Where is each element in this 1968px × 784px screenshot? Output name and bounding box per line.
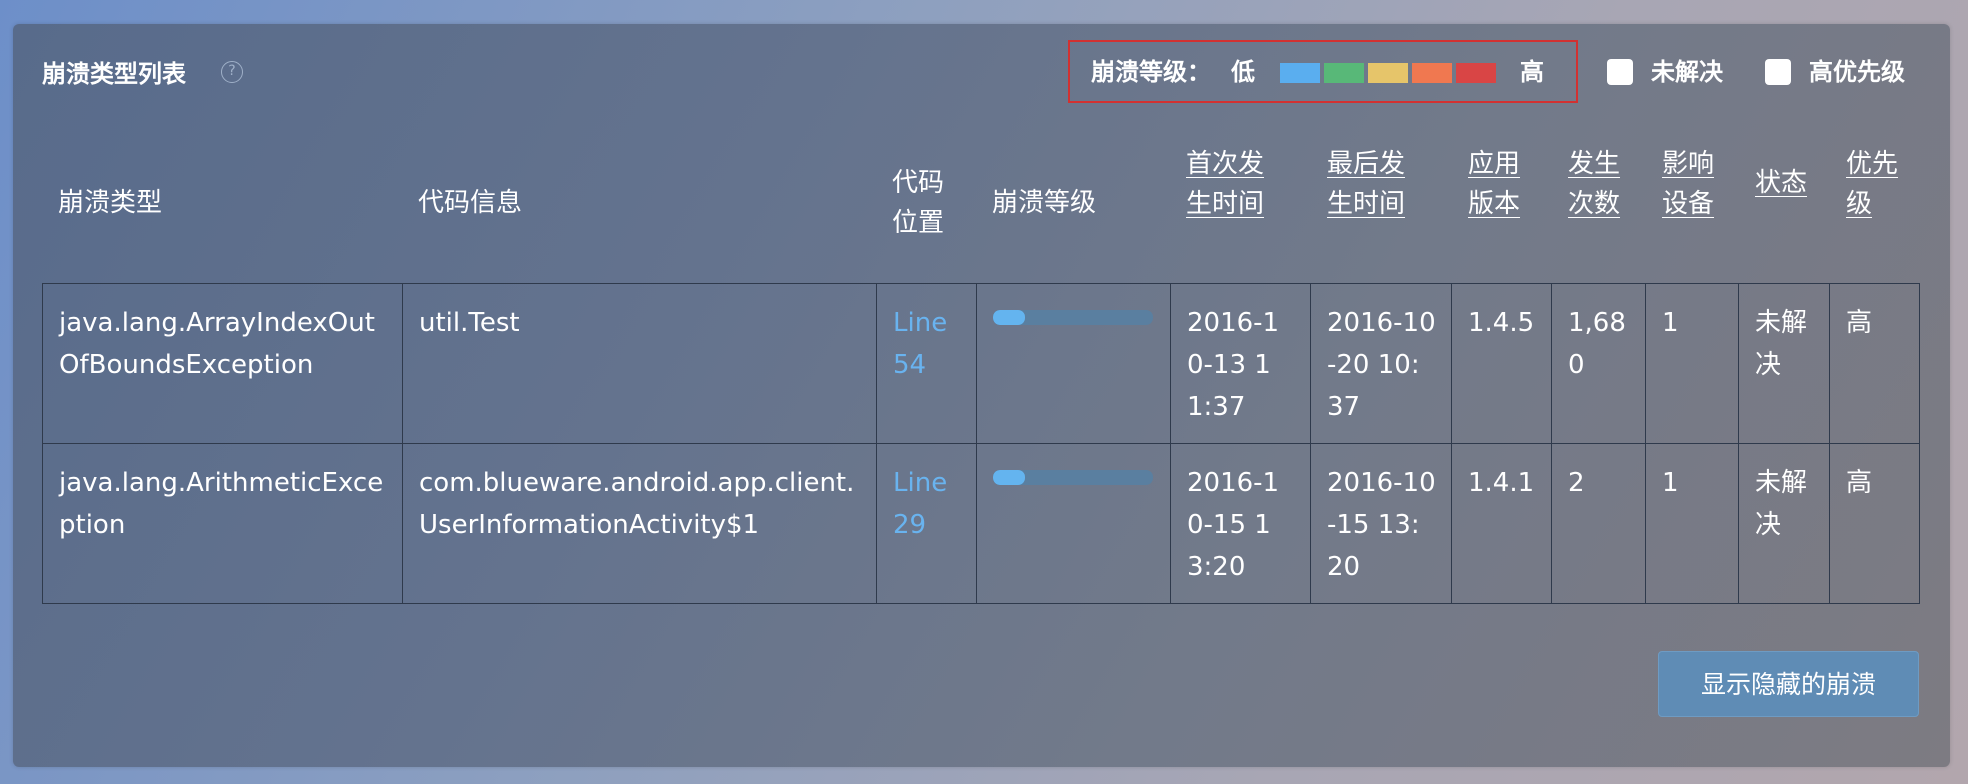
devices-cell: 1 bbox=[1645, 283, 1739, 444]
code-location-cell: Line 29 bbox=[876, 443, 977, 604]
col-crash-type: 崩溃类型 bbox=[58, 188, 163, 218]
crash-table: java.lang.ArrayIndexOutOfBoundsException… bbox=[42, 283, 1920, 604]
count-cell: 1,680 bbox=[1551, 283, 1646, 444]
filter-high-priority[interactable]: 高优先级 bbox=[1765, 57, 1905, 87]
crash-level-fill bbox=[993, 470, 1025, 485]
col-first-time[interactable]: 首次发生时间 bbox=[1186, 144, 1274, 224]
crash-list-panel: 崩溃类型列表 ? 崩溃等级： 低 高 未解决 高优先级 崩溃类型 代码信息 代码… bbox=[13, 24, 1950, 767]
status-cell: 未解决 bbox=[1738, 443, 1830, 604]
legend-swatch-2 bbox=[1324, 63, 1364, 83]
unresolved-label: 未解决 bbox=[1651, 58, 1723, 86]
col-last-time[interactable]: 最后发生时间 bbox=[1327, 144, 1415, 224]
status-cell: 未解决 bbox=[1738, 283, 1830, 444]
unresolved-checkbox[interactable] bbox=[1607, 59, 1633, 85]
legend-low-label: 低 bbox=[1231, 58, 1255, 86]
col-status[interactable]: 状态 bbox=[1755, 163, 1815, 203]
col-code-info: 代码信息 bbox=[418, 188, 523, 218]
last-time-cell: 2016-10-15 13:20 bbox=[1310, 443, 1452, 604]
first-time-cell: 2016-10-13 11:37 bbox=[1170, 283, 1311, 444]
code-location-link[interactable]: Line 29 bbox=[893, 468, 947, 540]
code-location-link[interactable]: Line 54 bbox=[893, 308, 947, 380]
legend-swatch-4 bbox=[1412, 63, 1452, 83]
last-time-cell: 2016-10-20 10:37 bbox=[1310, 283, 1452, 444]
crash-level-bar bbox=[993, 470, 1153, 485]
crash-level-cell bbox=[976, 283, 1171, 444]
app-version-cell: 1.4.1 bbox=[1451, 443, 1552, 604]
col-code-location: 代码位置 bbox=[892, 168, 945, 238]
code-info-cell: com.blueware.android.app.client.UserInfo… bbox=[402, 443, 877, 604]
code-info-cell: util.Test bbox=[402, 283, 877, 444]
legend-swatch-3 bbox=[1368, 63, 1408, 83]
crash-level-fill bbox=[993, 310, 1025, 325]
app-version-cell: 1.4.5 bbox=[1451, 283, 1552, 444]
show-hidden-crashes-button[interactable]: 显示隐藏的崩溃 bbox=[1658, 651, 1919, 717]
priority-cell: 高 bbox=[1829, 283, 1920, 444]
count-cell: 2 bbox=[1551, 443, 1646, 604]
high-priority-label: 高优先级 bbox=[1809, 58, 1905, 86]
crash-level-cell bbox=[976, 443, 1171, 604]
legend-swatch-1 bbox=[1280, 63, 1320, 83]
col-count[interactable]: 发生次数 bbox=[1568, 144, 1628, 224]
col-crash-level: 崩溃等级 bbox=[992, 188, 1097, 218]
high-priority-checkbox[interactable] bbox=[1765, 59, 1791, 85]
table-row[interactable]: java.lang.ArrayIndexOutOfBoundsException… bbox=[42, 283, 1920, 444]
legend-swatch-5 bbox=[1456, 63, 1496, 83]
legend-label: 崩溃等级： bbox=[1091, 58, 1211, 86]
priority-cell: 高 bbox=[1829, 443, 1920, 604]
crash-type-cell: java.lang.ArrayIndexOutOfBoundsException bbox=[42, 283, 403, 444]
help-icon[interactable]: ? bbox=[221, 61, 243, 83]
col-app-version[interactable]: 应用版本 bbox=[1468, 144, 1528, 224]
first-time-cell: 2016-10-15 13:20 bbox=[1170, 443, 1311, 604]
devices-cell: 1 bbox=[1645, 443, 1739, 604]
col-devices[interactable]: 影响设备 bbox=[1662, 144, 1722, 224]
crash-level-bar bbox=[993, 310, 1153, 325]
panel-title: 崩溃类型列表 bbox=[42, 60, 186, 88]
legend-high-label: 高 bbox=[1520, 58, 1544, 86]
col-priority[interactable]: 优先级 bbox=[1846, 144, 1906, 224]
filter-unresolved[interactable]: 未解决 bbox=[1607, 57, 1723, 87]
table-row[interactable]: java.lang.ArithmeticException com.bluewa… bbox=[42, 443, 1920, 604]
crash-type-cell: java.lang.ArithmeticException bbox=[42, 443, 403, 604]
code-location-cell: Line 54 bbox=[876, 283, 977, 444]
